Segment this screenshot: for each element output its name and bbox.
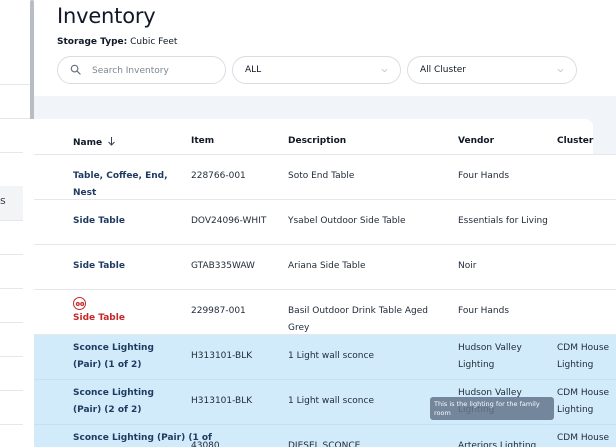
table-row[interactable]: Sconce Lighting (Pair) (1 of 43080 DIESE… (34, 425, 616, 447)
row-name[interactable]: Side Table (73, 213, 181, 230)
search-icon (70, 64, 81, 75)
storage-type-label: Storage Type: (57, 37, 128, 47)
row-description: Ariana Side Table (288, 261, 366, 271)
rail-item-glyph: s (0, 194, 6, 207)
row-vendor: Essentials for Living (458, 216, 548, 226)
cluster-select-value: All Cluster (420, 65, 466, 75)
row-item: DOV24096-WHIT (191, 216, 267, 226)
row-description: 1 Light wall sconce (288, 351, 374, 361)
row-item: GTAB335WAW (191, 261, 255, 271)
row-cluster: CDM House (557, 433, 610, 443)
row-item: 43080 (191, 441, 220, 447)
cluster-select[interactable]: All Cluster (407, 56, 577, 84)
table-row[interactable]: Sconce Lighting (Pair) (1 of 2) H313101-… (34, 335, 616, 380)
page-header: Inventory Storage Type: Cubic Feet ALL A… (34, 0, 616, 96)
rail-divider (0, 84, 33, 85)
column-header-vendor[interactable]: Vendor (458, 136, 494, 146)
table-row[interactable]: Side Table 229987-001 Basil Outdoor Drin… (34, 290, 616, 335)
row-name[interactable]: Table, Coffee, End, Nest (73, 168, 181, 202)
page-title: Inventory (57, 4, 156, 28)
storage-type-line: Storage Type: Cubic Feet (57, 37, 177, 47)
row-description: DIESEL SCONCE (288, 441, 361, 447)
search-input[interactable] (92, 63, 217, 78)
row-item: H313101-BLK (191, 351, 253, 361)
table-row[interactable]: Side Table GTAB335WAW Ariana Side Table … (34, 245, 616, 290)
chevron-down-icon (557, 68, 564, 73)
row-description: Soto End Table (288, 171, 355, 181)
row-vendor: Arteriors Lighting (458, 441, 537, 447)
column-header-description[interactable]: Description (288, 136, 346, 146)
warning-face-icon (73, 297, 86, 310)
row-vendor: Noir (458, 261, 477, 271)
row-name[interactable]: Sconce Lighting (Pair) (1 of 2) (73, 340, 181, 374)
row-vendor: Four Hands (458, 306, 510, 316)
storage-type-value: Cubic Feet (130, 37, 178, 47)
row-vendor: Hudson Valley Lighting (458, 343, 522, 370)
column-header-cluster[interactable]: Cluster (557, 136, 593, 146)
row-vendor: Four Hands (458, 171, 510, 181)
type-select-value: ALL (245, 65, 262, 75)
type-select[interactable]: ALL (232, 56, 401, 84)
row-item: 228766-001 (191, 171, 246, 181)
row-item: 229987-001 (191, 306, 246, 316)
table-row[interactable]: Side Table DOV24096-WHIT Ysabel Outdoor … (34, 200, 616, 245)
chevron-down-icon (381, 68, 388, 73)
sort-arrow-down-icon[interactable] (107, 136, 116, 146)
row-note-tooltip: This is the lighting for the family room (430, 397, 554, 420)
row-item: H313101-BLK (191, 396, 253, 406)
search-box[interactable] (57, 56, 226, 84)
column-header-name[interactable]: Name (73, 136, 116, 148)
table-row[interactable]: Table, Coffee, End, Nest 228766-001 Soto… (34, 155, 616, 200)
row-description: Ysabel Outdoor Side Table (288, 216, 406, 226)
row-description: Basil Outdoor Drink Table Aged Grey (288, 306, 429, 333)
column-header-item[interactable]: Item (191, 136, 214, 146)
row-description: 1 Light wall sconce (288, 396, 374, 406)
row-name[interactable]: Side Table (73, 310, 181, 327)
row-cluster: CDM House Lighting (557, 388, 610, 415)
row-name[interactable]: Sconce Lighting (Pair) (2 of 2) (73, 385, 181, 419)
row-cluster: CDM House Lighting (557, 343, 610, 370)
row-name[interactable]: Side Table (73, 258, 181, 275)
